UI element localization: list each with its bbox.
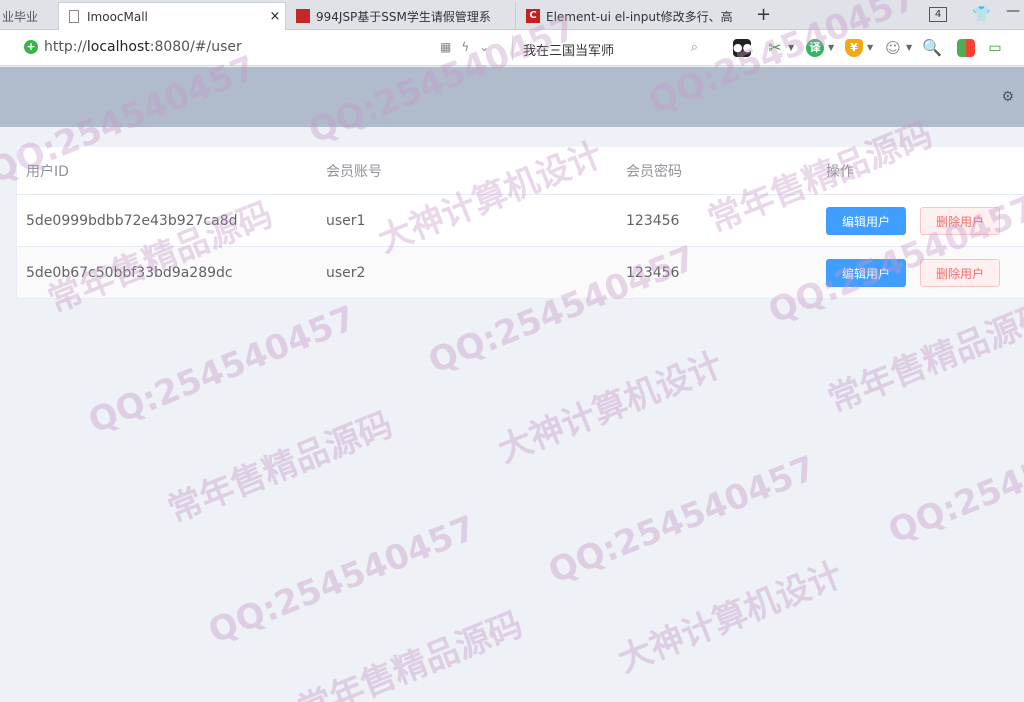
watermark-qq: QQ:254540457 <box>542 448 822 592</box>
address-bar: + http://localhost:8080/#/user ▦ϟ⌄ 我在三国当… <box>0 30 1024 66</box>
table-row: 5de0999bdbb72e43b927ca8d user1 123456 编辑… <box>17 195 1024 247</box>
url-prefix: http:// <box>44 39 87 55</box>
delete-user-button[interactable]: 删除用户 <box>920 206 1001 235</box>
delete-user-button[interactable]: 删除用户 <box>920 258 1001 287</box>
column-header-actions: 操作 <box>826 163 854 180</box>
tab-imoocmall[interactable]: ImoocMall × <box>58 2 286 30</box>
lightning-icon[interactable]: ϟ <box>461 40 479 54</box>
tab-label: 业毕业 <box>2 9 39 24</box>
cell-actions: 编辑用户 删除用户 <box>826 195 1014 246</box>
cell-account: user1 <box>326 212 366 229</box>
table-row: 5de0b67c50bbf33bd9a289dc user2 123456 编辑… <box>17 247 1024 299</box>
chevron-down-icon[interactable]: ⌄ <box>479 40 499 54</box>
cell-user-id: 5de0999bdbb72e43b927ca8d <box>26 212 238 229</box>
search-icon[interactable]: ⌕ <box>691 40 698 55</box>
game-icon[interactable]: ☺ <box>884 39 902 57</box>
watermark-qq: QQ:254540457 <box>202 508 482 652</box>
magnifier-icon[interactable]: 🔍 <box>922 39 942 57</box>
cell-user-id: 5de0b67c50bbf33bd9a289dc <box>26 264 233 281</box>
edit-user-button[interactable]: 编辑用户 <box>826 206 907 235</box>
translate-icon[interactable]: 译 <box>806 39 824 57</box>
browser-tab-strip: 业毕业 ImoocMall × 994JSP基于SSM学生请假管理系 C Ele… <box>0 0 1024 30</box>
tab-ssm[interactable]: 994JSP基于SSM学生请假管理系 <box>288 2 516 30</box>
extension-mask-icon[interactable]: ●● <box>733 39 752 57</box>
watermark-brand: 常年售精品源码 <box>292 604 529 702</box>
watermark-brand: 常年售精品源码 <box>822 294 1024 421</box>
chevron-down-icon[interactable]: ▼ <box>788 43 794 52</box>
close-icon[interactable]: × <box>265 9 285 24</box>
shield-icon: + <box>24 40 38 54</box>
chevron-down-icon[interactable]: ▼ <box>867 43 873 52</box>
chevron-down-icon[interactable]: ▼ <box>906 43 912 52</box>
skin-icon[interactable]: 👕 <box>972 5 991 23</box>
tab-element-ui[interactable]: C Element-ui el-input修改多行、高 <box>518 2 750 30</box>
url-host: localhost <box>86 39 150 55</box>
column-header-password: 会员密码 <box>626 163 682 180</box>
watermark-qq: QQ:254540457 <box>882 408 1024 552</box>
minimize-icon[interactable]: — <box>1006 3 1020 19</box>
column-header-account: 会员账号 <box>326 163 382 180</box>
search-input[interactable]: 我在三国当军师 <box>523 40 614 59</box>
user-table: 用户ID 会员账号 会员密码 操作 5de0999bdbb72e43b927ca… <box>16 147 1024 299</box>
cell-password: 123456 <box>626 264 680 281</box>
battery-icon[interactable]: ▭ <box>986 39 1004 57</box>
table-header: 用户ID 会员账号 会员密码 操作 <box>17 147 1024 195</box>
address-actions: ▦ϟ⌄ <box>440 40 499 54</box>
column-header-user-id: 用户ID <box>26 163 69 180</box>
tab-label: Element-ui el-input修改多行、高 <box>546 9 733 24</box>
page-icon <box>69 10 79 23</box>
url-path: :8080/#/user <box>149 39 242 55</box>
csdn-icon: C <box>526 9 540 23</box>
tab-partial[interactable]: 业毕业 <box>0 2 56 30</box>
search-box[interactable]: 我在三国当军师 ⌕ <box>512 35 708 61</box>
scissors-icon[interactable]: ✂ <box>766 39 784 57</box>
wallet-icon[interactable]: ¥ <box>845 39 863 57</box>
cell-password: 123456 <box>626 212 680 229</box>
tab-count-badge[interactable]: 4 <box>929 7 947 22</box>
favicon-icon <box>296 9 310 23</box>
tab-label: ImoocMall <box>87 9 148 24</box>
watermark-qq: QQ:254540457 <box>82 298 362 442</box>
chevron-down-icon[interactable]: ▼ <box>828 43 834 52</box>
apps-icon[interactable] <box>957 39 975 57</box>
new-tab-button[interactable]: + <box>756 4 771 25</box>
cell-account: user2 <box>326 264 366 281</box>
watermark-brand: 常年售精品源码 <box>162 404 399 531</box>
tab-label: 994JSP基于SSM学生请假管理系 <box>316 9 491 24</box>
edit-user-button[interactable]: 编辑用户 <box>826 258 907 287</box>
watermark-brand: 大神计算机设计 <box>612 554 849 681</box>
settings-icon[interactable]: ⚙ <box>1001 89 1014 105</box>
cell-actions: 编辑用户 删除用户 <box>826 247 1014 298</box>
watermark-brand: 大神计算机设计 <box>492 344 729 471</box>
app-header: ⚙ <box>0 67 1024 127</box>
url-field[interactable]: http://localhost:8080/#/user <box>44 39 242 55</box>
qr-icon[interactable]: ▦ <box>440 40 461 54</box>
